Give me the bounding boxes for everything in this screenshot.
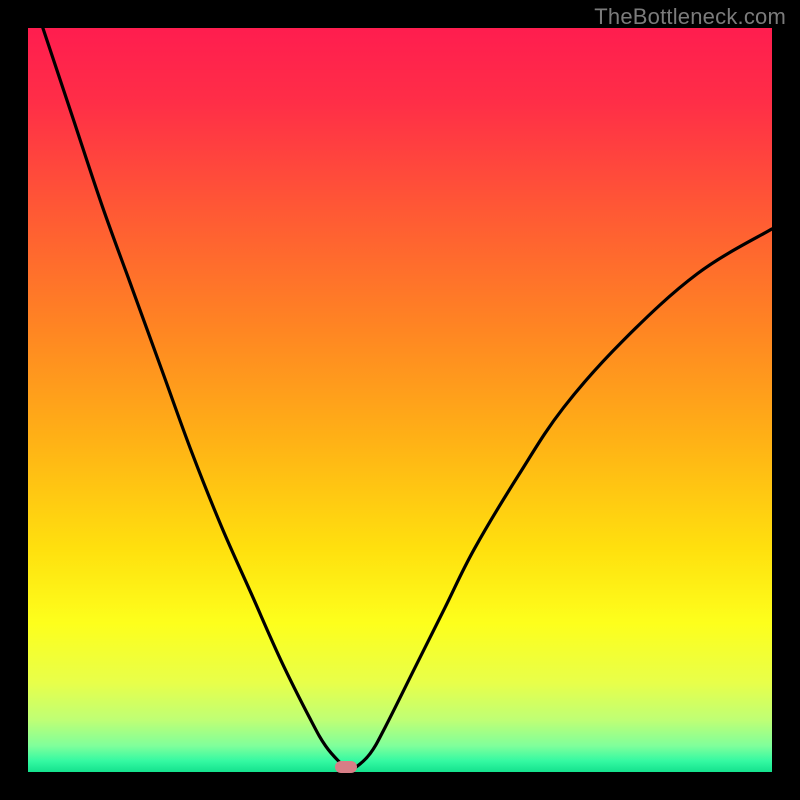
plot-svg [28,28,772,772]
gradient-background [28,28,772,772]
min-marker [335,761,357,773]
plot-area [28,28,772,772]
watermark-text: TheBottleneck.com [594,4,786,30]
chart-frame: TheBottleneck.com [0,0,800,800]
